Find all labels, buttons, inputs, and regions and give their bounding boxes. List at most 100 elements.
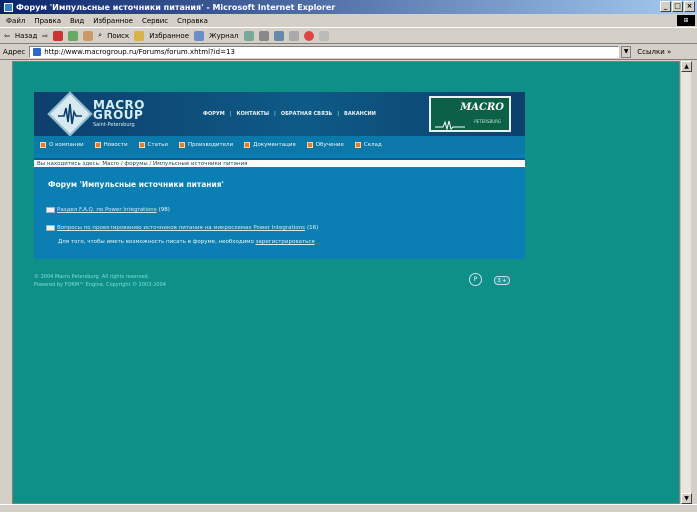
nav-item-about[interactable]: О компании bbox=[40, 142, 84, 148]
nav-item-stock[interactable]: Склад bbox=[354, 142, 382, 148]
address-input[interactable]: http://www.macrogroup.ru/Forums/forum.xh… bbox=[29, 45, 620, 58]
address-bar: Адрес http://www.macrogroup.ru/Forums/fo… bbox=[0, 44, 697, 60]
back-button[interactable]: Назад bbox=[15, 32, 37, 40]
folder-icon bbox=[46, 225, 55, 231]
nav-bullet-icon bbox=[306, 142, 313, 148]
footer-copyright: © 2004 Macro Petersburg. All rights rese… bbox=[34, 273, 166, 289]
menu-view[interactable]: Вид bbox=[70, 17, 84, 25]
window-controls: _ □ × bbox=[660, 1, 695, 12]
stop-icon[interactable] bbox=[53, 30, 64, 41]
vote-badge[interactable]: 3 + bbox=[494, 276, 510, 285]
main-nav: О компании Новости Статьи Производители … bbox=[34, 136, 525, 154]
status-bar bbox=[0, 504, 697, 512]
forward-arrow-icon[interactable]: ⇨ bbox=[42, 32, 48, 40]
copyright-line-1: © 2004 Macro Petersburg. All rights rese… bbox=[34, 274, 150, 280]
history-icon[interactable] bbox=[194, 30, 205, 41]
separator: | bbox=[337, 111, 340, 117]
nav-bullet-icon bbox=[354, 142, 361, 148]
scroll-up-icon[interactable]: ▲ bbox=[681, 61, 692, 72]
logo-subtitle: Saint-Petersburg bbox=[93, 122, 135, 128]
journal-button[interactable]: Журнал bbox=[209, 32, 238, 40]
menu-bar: Файл Правка Вид Избранное Сервис Справка bbox=[0, 14, 697, 27]
header-link-contacts[interactable]: КОНТАКТЫ bbox=[237, 111, 269, 117]
address-url: http://www.macrogroup.ru/Forums/forum.xh… bbox=[44, 47, 235, 56]
mail-icon[interactable] bbox=[243, 30, 254, 41]
p-badge-icon[interactable]: P bbox=[469, 273, 482, 286]
close-button[interactable]: × bbox=[684, 1, 695, 12]
nav-label: Склад bbox=[363, 142, 382, 148]
forum-count: (98) bbox=[158, 207, 170, 213]
scroll-down-icon[interactable]: ▼ bbox=[681, 493, 692, 504]
register-link[interactable]: зарегистрироваться bbox=[256, 239, 315, 245]
links-button[interactable]: Ссылки » bbox=[637, 48, 671, 56]
minimize-button[interactable]: _ bbox=[660, 1, 671, 12]
page-title: Форум 'Импульсные источники питания' bbox=[48, 180, 224, 189]
nav-label: Обучение bbox=[315, 142, 344, 148]
header-link-vacancies[interactable]: ВАКАНСИИ bbox=[344, 111, 376, 117]
badge-subtitle: PETERSBURG bbox=[474, 119, 501, 124]
favorites-button[interactable]: Избранное bbox=[149, 32, 189, 40]
register-notice: Для того, чтобы иметь возможность писать… bbox=[58, 239, 315, 245]
refresh-icon[interactable] bbox=[68, 30, 79, 41]
nav-bullet-icon bbox=[138, 142, 145, 148]
header-link-feedback[interactable]: ОБРАТНАЯ СВЯЗЬ bbox=[281, 111, 332, 117]
header-nav: ФОРУМ | КОНТАКТЫ | ОБРАТНАЯ СВЯЗЬ | ВАКА… bbox=[203, 111, 376, 117]
nav-bullet-icon bbox=[40, 142, 46, 148]
macro-badge: MACRO PETERSBURG bbox=[429, 96, 511, 132]
menu-help[interactable]: Справка bbox=[177, 17, 208, 25]
menu-file[interactable]: Файл bbox=[6, 17, 25, 25]
vertical-scrollbar[interactable]: ▲ ▼ bbox=[680, 61, 692, 504]
nav-label: О компании bbox=[49, 142, 84, 148]
research-icon[interactable] bbox=[318, 30, 329, 41]
forum-link[interactable]: Вопросы по проектированию источников пит… bbox=[57, 225, 305, 231]
search-icon[interactable]: ⌕ bbox=[98, 31, 102, 40]
windows-logo-icon: ⊞ bbox=[677, 15, 695, 26]
menu-edit[interactable]: Правка bbox=[34, 17, 61, 25]
nav-item-news[interactable]: Новости bbox=[94, 142, 128, 148]
discuss-icon[interactable] bbox=[288, 30, 299, 41]
forum-item: Вопросы по проектированию источников пит… bbox=[46, 225, 318, 231]
home-icon[interactable] bbox=[83, 30, 94, 41]
separator: | bbox=[274, 111, 276, 117]
favorites-icon[interactable] bbox=[134, 30, 145, 41]
edit-icon[interactable] bbox=[273, 30, 284, 41]
nav-label: Статьи bbox=[147, 142, 168, 148]
copyright-line-2: Powered by FORM™ Engine. Copyright © 200… bbox=[34, 282, 166, 288]
search-button[interactable]: Поиск bbox=[107, 32, 129, 40]
badge-pulse-icon bbox=[435, 120, 465, 130]
nav-item-articles[interactable]: Статьи bbox=[138, 142, 168, 148]
ie-icon bbox=[4, 2, 13, 12]
toolbar: ⇦ Назад ⇨ ⌕ Поиск Избранное Журнал bbox=[0, 27, 697, 44]
menu-tools[interactable]: Сервис bbox=[142, 17, 168, 25]
print-icon[interactable] bbox=[258, 30, 269, 41]
page-icon bbox=[33, 47, 42, 56]
forum-count: (16) bbox=[306, 225, 319, 231]
forum-item: Раздел F.A.Q. по Power Integrations (98) bbox=[46, 207, 170, 213]
messenger-icon[interactable] bbox=[303, 30, 314, 41]
register-text: Для того, чтобы иметь возможность писать… bbox=[58, 239, 254, 245]
nav-label: Документация bbox=[253, 142, 296, 148]
menu-favorites[interactable]: Избранное bbox=[93, 17, 133, 25]
logo-text[interactable]: MACRO GROUP bbox=[93, 99, 145, 121]
nav-label: Новости bbox=[103, 142, 128, 148]
address-dropdown-icon[interactable]: ▼ bbox=[621, 45, 632, 58]
nav-bullet-icon bbox=[244, 142, 251, 148]
pulse-logo-icon bbox=[58, 103, 82, 125]
breadcrumb: Вы находитесь здесь: Macro / форумы / Им… bbox=[34, 158, 525, 167]
header-link-forum[interactable]: ФОРУМ bbox=[203, 111, 225, 117]
maximize-button[interactable]: □ bbox=[672, 1, 683, 12]
title-bar: Форум 'Импульсные источники питания' - M… bbox=[0, 0, 697, 14]
address-label: Адрес bbox=[3, 47, 26, 56]
back-arrow-icon[interactable]: ⇦ bbox=[4, 32, 10, 40]
nav-label: Производители bbox=[187, 142, 234, 148]
nav-bullet-icon bbox=[178, 142, 185, 148]
site-header: MACRO GROUP Saint-Petersburg ФОРУМ | КОН… bbox=[34, 91, 525, 137]
nav-item-training[interactable]: Обучение bbox=[306, 142, 344, 148]
nav-item-manufacturers[interactable]: Производители bbox=[178, 142, 234, 148]
badge-text: MACRO bbox=[460, 102, 504, 113]
folder-icon bbox=[46, 207, 55, 213]
page-viewport: MACRO GROUP Saint-Petersburg ФОРУМ | КОН… bbox=[12, 61, 680, 504]
nav-item-docs[interactable]: Документация bbox=[244, 142, 296, 148]
forum-link[interactable]: Раздел F.A.Q. по Power Integrations bbox=[57, 207, 157, 213]
nav-bullet-icon bbox=[94, 142, 101, 148]
